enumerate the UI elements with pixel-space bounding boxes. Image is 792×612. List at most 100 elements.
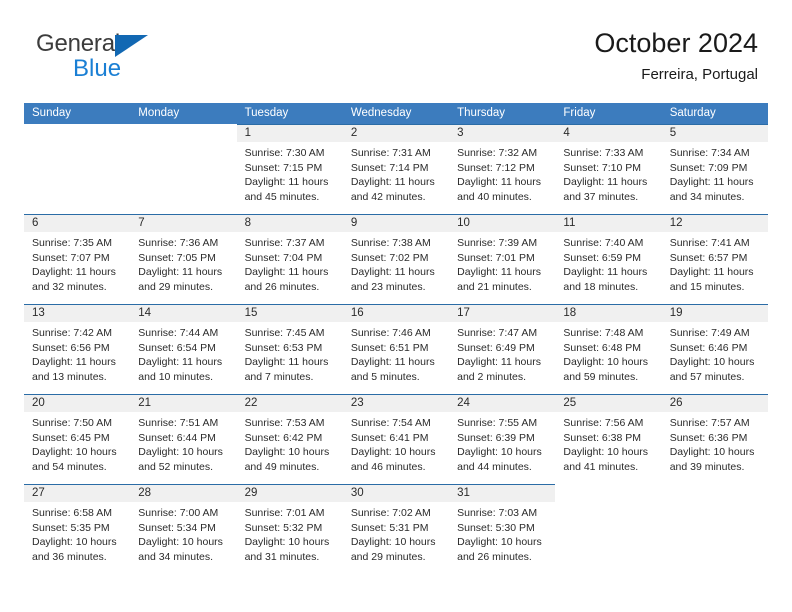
day-detail-text: [130, 142, 236, 146]
day-detail-line: and 41 minutes.: [563, 460, 639, 473]
day-detail-line: and 54 minutes.: [32, 460, 107, 473]
day-detail-line: Sunrise: 7:42 AM: [32, 327, 112, 339]
calendar-day-cell-8[interactable]: 8 Sunrise: 7:37 AM Sunset: 7:04 PM Daylight…: [236, 214, 343, 304]
day-detail-line: Sunrise: 7:49 AM: [669, 327, 750, 339]
calendar-day-cell-17[interactable]: 17 Sunrise: 7:47 AM Sunset: 6:49 PM Dayligh…: [449, 304, 556, 394]
day-number: 18: [563, 307, 577, 319]
day-detail-line: and 52 minutes.: [138, 460, 213, 473]
day-detail-line: Sunset: 6:46 PM: [669, 341, 748, 354]
day-detail-line: Daylight: 10 hours: [457, 446, 542, 459]
day-detail-line: Sunrise: 7:45 AM: [244, 327, 325, 339]
day-detail-text: Sunrise: 7:37 AM Sunset: 7:04 PM Daylight:…: [237, 232, 343, 294]
calendar-day-cell-9[interactable]: 9 Sunrise: 7:38 AM Sunset: 7:02 PM Daylight…: [342, 214, 450, 304]
calendar-day-cell-6[interactable]: 6 Sunrise: 7:35 AM Sunset: 7:07 PM Daylight…: [24, 214, 131, 304]
day-number-band: [24, 124, 130, 142]
day-detail-text: Sunrise: 7:54 AM Sunset: 6:41 PM Daylight:…: [343, 412, 449, 474]
day-number-band: 25: [555, 394, 662, 412]
day-detail-text: Sunrise: 7:44 AM Sunset: 6:54 PM Daylight:…: [130, 322, 236, 384]
day-detail-line: Sunrise: 7:39 AM: [457, 237, 538, 249]
calendar-day-cell-27[interactable]: 27 Sunrise: 6:58 AM Sunset: 5:35 PM Dayligh…: [24, 484, 131, 574]
day-detail-line: and 18 minutes.: [563, 280, 639, 293]
day-detail-line: Sunset: 6:56 PM: [32, 341, 110, 354]
calendar-day-cell-23[interactable]: 23 Sunrise: 7:54 AM Sunset: 6:41 PM Dayligh…: [342, 394, 450, 484]
calendar-day-cell-29[interactable]: 29 Sunrise: 7:01 AM Sunset: 5:32 PM Dayligh…: [236, 484, 343, 574]
general-blue-logo[interactable]: General Blue: [36, 30, 166, 86]
day-detail-line: and 31 minutes.: [244, 550, 320, 563]
day-number-band: 21: [130, 394, 237, 412]
day-detail-line: Sunset: 6:39 PM: [457, 431, 535, 444]
day-detail-line: Daylight: 10 hours: [244, 536, 330, 549]
calendar-day-cell-31[interactable]: 31 Sunrise: 7:03 AM Sunset: 5:30 PM Dayligh…: [449, 484, 556, 574]
calendar-grid: Sunday Monday Tuesday Wednesday Thursday Frid…: [24, 103, 768, 574]
calendar-day-cell-18[interactable]: 18 Sunrise: 7:48 AM Sunset: 6:48 PM Dayligh…: [555, 304, 662, 394]
day-number-band: 29: [236, 484, 343, 502]
day-detail-line: Sunrise: 7:02 AM: [350, 507, 431, 519]
weekday-header-thursday: Thursday: [457, 107, 506, 119]
calendar-day-cell-30[interactable]: 30 Sunrise: 7:02 AM Sunset: 5:31 PM Dayligh…: [342, 484, 450, 574]
day-detail-line: and 32 minutes.: [32, 280, 107, 293]
calendar-day-cell-13[interactable]: 13 Sunrise: 7:42 AM Sunset: 6:56 PM Dayligh…: [24, 304, 131, 394]
calendar-day-cell-16[interactable]: 16 Sunrise: 7:46 AM Sunset: 6:51 PM Dayligh…: [342, 304, 450, 394]
day-number-band: 15: [236, 304, 343, 322]
calendar-day-cell-24[interactable]: 24 Sunrise: 7:55 AM Sunset: 6:39 PM Dayligh…: [449, 394, 556, 484]
day-detail-text: Sunrise: 7:00 AM Sunset: 5:34 PM Daylight:…: [130, 502, 236, 564]
calendar-day-cell-22[interactable]: 22 Sunrise: 7:53 AM Sunset: 6:42 PM Dayligh…: [236, 394, 343, 484]
calendar-day-cell-7[interactable]: 7 Sunrise: 7:36 AM Sunset: 7:05 PM Daylight…: [130, 214, 237, 304]
day-number: 15: [244, 307, 258, 319]
day-detail-line: Daylight: 11 hours: [244, 356, 329, 369]
calendar-day-cell-15[interactable]: 15 Sunrise: 7:45 AM Sunset: 6:53 PM Dayligh…: [236, 304, 343, 394]
weekday-header-tuesday: Tuesday: [244, 107, 289, 119]
day-detail-line: Sunset: 7:10 PM: [563, 161, 642, 174]
day-detail-line: Sunrise: 7:30 AM: [244, 147, 325, 159]
day-detail-line: Sunset: 6:48 PM: [563, 341, 642, 354]
calendar-day-cell-19[interactable]: 19 Sunrise: 7:49 AM Sunset: 6:46 PM Dayligh…: [661, 304, 768, 394]
day-detail-line: and 34 minutes.: [138, 550, 213, 563]
day-detail-line: Daylight: 11 hours: [669, 176, 754, 189]
day-detail-line: Sunset: 6:44 PM: [138, 431, 216, 444]
day-number-band: 13: [24, 304, 131, 322]
day-detail-text: Sunrise: 7:31 AM Sunset: 7:14 PM Daylight:…: [343, 142, 449, 204]
day-detail-line: Sunset: 7:01 PM: [457, 251, 535, 264]
calendar-day-cell-12[interactable]: 12 Sunrise: 7:41 AM Sunset: 6:57 PM Dayligh…: [661, 214, 768, 304]
calendar-day-cell-4[interactable]: 4 Sunrise: 7:33 AM Sunset: 7:10 PM Daylight…: [555, 124, 662, 214]
calendar-day-cell-25[interactable]: 25 Sunrise: 7:56 AM Sunset: 6:38 PM Dayligh…: [555, 394, 662, 484]
calendar-day-cell-5[interactable]: 5 Sunrise: 7:34 AM Sunset: 7:09 PM Daylight…: [661, 124, 768, 214]
day-number: 25: [563, 397, 577, 409]
day-detail-line: Sunrise: 7:33 AM: [563, 147, 644, 159]
day-number: 19: [669, 307, 683, 319]
day-number: 2: [350, 127, 358, 139]
calendar-day-cell-26[interactable]: 26 Sunrise: 7:57 AM Sunset: 6:36 PM Dayligh…: [661, 394, 768, 484]
day-detail-line: Sunset: 7:05 PM: [138, 251, 216, 264]
calendar-day-cell-11[interactable]: 11 Sunrise: 7:40 AM Sunset: 6:59 PM Dayligh…: [555, 214, 662, 304]
day-detail-line: Sunrise: 7:41 AM: [669, 237, 750, 249]
day-detail-line: and 37 minutes.: [563, 190, 639, 203]
calendar-day-cell-10[interactable]: 10 Sunrise: 7:39 AM Sunset: 7:01 PM Dayligh…: [449, 214, 556, 304]
day-detail-line: Sunrise: 7:46 AM: [350, 327, 431, 339]
page-header: General Blue October 2024 Ferreira, Port…: [24, 26, 768, 98]
calendar-day-cell-21[interactable]: 21 Sunrise: 7:51 AM Sunset: 6:44 PM Dayligh…: [130, 394, 237, 484]
day-detail-line: Sunrise: 7:00 AM: [138, 507, 219, 519]
page-subtitle-location: Ferreira, Portugal: [641, 66, 758, 83]
day-number-band: 30: [342, 484, 450, 502]
calendar-day-cell-2[interactable]: 2 Sunrise: 7:31 AM Sunset: 7:14 PM Daylight…: [342, 124, 450, 214]
day-detail-line: Sunrise: 7:32 AM: [457, 147, 538, 159]
day-detail-line: and 2 minutes.: [457, 370, 527, 383]
day-detail-line: Sunrise: 7:37 AM: [244, 237, 325, 249]
day-detail-text: Sunrise: 7:50 AM Sunset: 6:45 PM Daylight:…: [24, 412, 130, 474]
day-detail-text: Sunrise: 7:42 AM Sunset: 6:56 PM Daylight:…: [24, 322, 130, 384]
logo-text-general: General: [36, 30, 120, 57]
day-detail-text: Sunrise: 7:48 AM Sunset: 6:48 PM Daylight:…: [555, 322, 661, 384]
calendar-day-cell-28[interactable]: 28 Sunrise: 7:00 AM Sunset: 5:34 PM Dayligh…: [130, 484, 237, 574]
day-number-band: 31: [449, 484, 556, 502]
calendar-day-cell-14[interactable]: 14 Sunrise: 7:44 AM Sunset: 6:54 PM Dayligh…: [130, 304, 237, 394]
day-detail-line: Daylight: 11 hours: [457, 176, 541, 189]
day-detail-line: and 34 minutes.: [669, 190, 745, 203]
calendar-day-cell-20[interactable]: 20 Sunrise: 7:50 AM Sunset: 6:45 PM Dayligh…: [24, 394, 131, 484]
day-detail-line: Sunrise: 7:50 AM: [32, 417, 112, 429]
day-detail-line: Daylight: 11 hours: [350, 266, 435, 279]
day-detail-line: and 42 minutes.: [350, 190, 426, 203]
logo-text-blue: Blue: [73, 55, 122, 82]
calendar-day-cell-3[interactable]: 3 Sunrise: 7:32 AM Sunset: 7:12 PM Daylight…: [449, 124, 556, 214]
calendar-day-cell-1[interactable]: 1 Sunrise: 7:30 AM Sunset: 7:15 PM Daylight…: [236, 124, 343, 214]
day-number: 27: [32, 487, 45, 499]
